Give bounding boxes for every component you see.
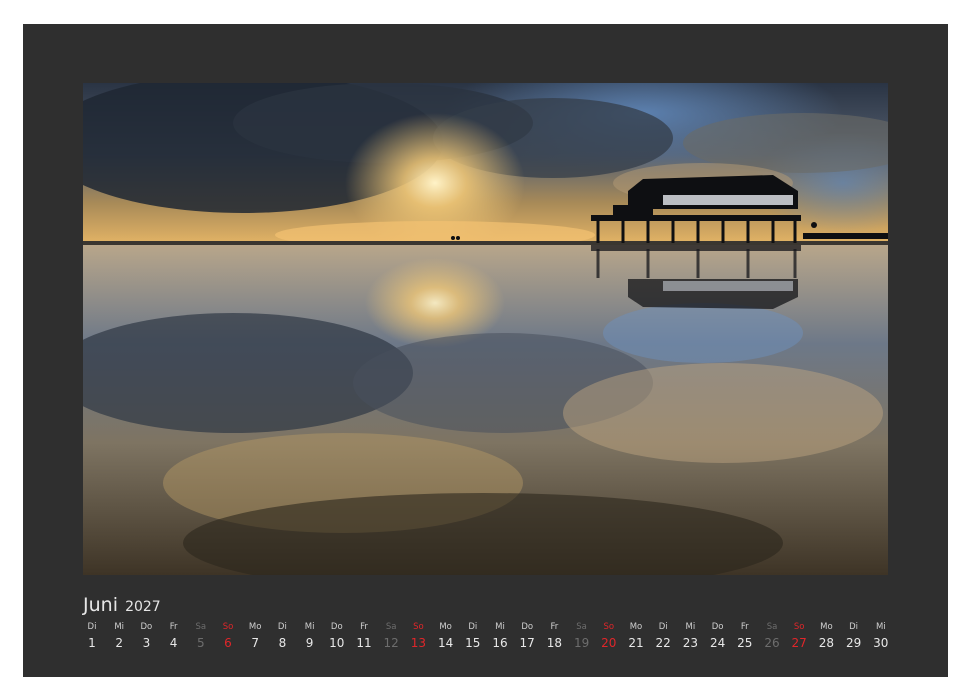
landscape-photo xyxy=(83,83,888,575)
year: 2027 xyxy=(125,599,161,615)
binding-holes xyxy=(472,8,500,20)
month-heading: Juni 2027 xyxy=(83,594,161,616)
month-name: Juni xyxy=(83,594,118,616)
hanger-notch xyxy=(472,8,500,20)
